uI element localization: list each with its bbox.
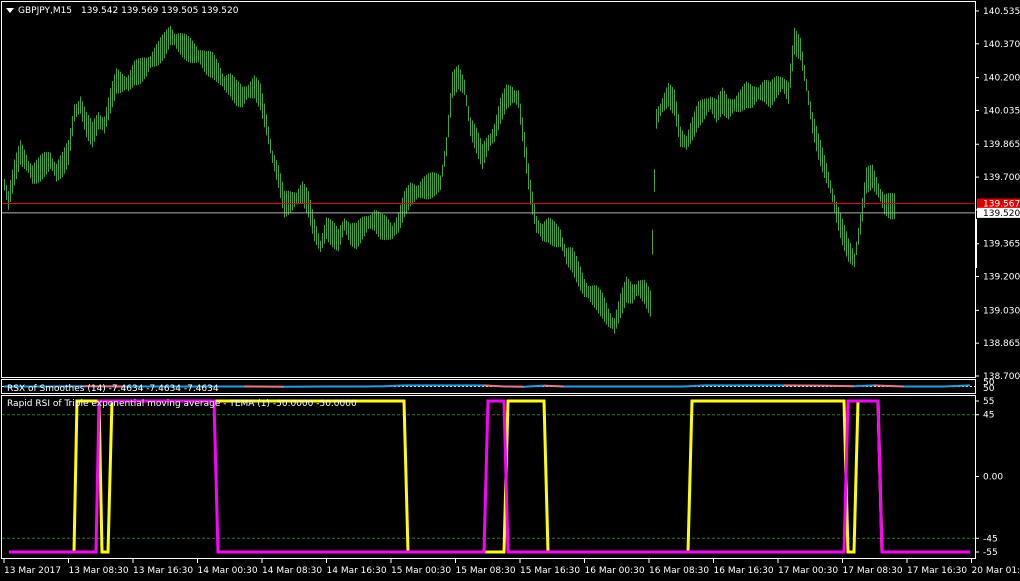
rapid-tick-label: 45 (983, 411, 994, 421)
price-tick-label: 139.365 (983, 240, 1020, 250)
rapid-axis: 55 45 0.00 -45 -55 (975, 397, 1003, 558)
time-tick-label: 13 Mar 16:30 (133, 566, 193, 576)
time-tick-label: 13 Mar 08:30 (69, 566, 129, 576)
rsx-segment (943, 384, 971, 388)
price-tick-label: 139.030 (983, 306, 1020, 316)
symbol-label: GBPJPY,M15 (18, 6, 72, 16)
price-axis: 140.535 140.370 140.200 140.035 139.865 139.7… (975, 7, 1020, 382)
rsx-segment (483, 384, 505, 388)
price-bars (4, 25, 895, 334)
collapse-triangle-icon[interactable] (6, 8, 14, 13)
rapid-lines (9, 399, 970, 554)
time-tick-label: 15 Mar 00:30 (391, 566, 451, 576)
main-panel-frame (1, 1, 976, 378)
chart-canvas: GBPJPY,M15 139.542 139.569 139.505 139.5… (1, 1, 1020, 576)
main-panel-header: GBPJPY,M15 139.542 139.569 139.505 139.5… (6, 6, 239, 16)
rapid-series-yellow (9, 399, 970, 554)
rapid-series-magenta (9, 399, 970, 554)
price-tick-label: 139.200 (983, 273, 1020, 283)
rsx-segment (873, 384, 905, 388)
price-tick-label: 140.535 (983, 7, 1020, 17)
time-tick-label: 14 Mar 08:30 (262, 566, 322, 576)
time-tick-label: 17 Mar 00:30 (778, 566, 838, 576)
price-tick-label: 140.200 (983, 74, 1020, 84)
ohlc-readout: 139.542 139.569 139.505 139.520 (81, 6, 239, 16)
rapid-title: Rapid RSI of Triple exponential moving a… (7, 399, 357, 409)
time-tick-label: 20 Mar 01:30 (972, 566, 1020, 576)
price-lines (2, 203, 975, 214)
time-axis: 13 Mar 2017 13 Mar 08:30 13 Mar 16:30 14 Ma… (3, 559, 1020, 576)
time-tick-label: 16 Mar 16:30 (714, 566, 774, 576)
rapid-tick-label: -55 (983, 548, 998, 558)
price-tick-label: 140.370 (983, 40, 1020, 50)
rsx-segment (383, 384, 405, 388)
rsx-segment (683, 384, 705, 388)
time-tick-label: 13 Mar 2017 (4, 566, 61, 576)
price-tick-label: 138.865 (983, 339, 1020, 349)
price-tick-label: 139.700 (983, 173, 1020, 183)
rsx-segment (523, 384, 545, 388)
price-tick-label: 139.865 (983, 140, 1020, 150)
time-tick-label: 15 Mar 08:30 (456, 566, 516, 576)
last-price-tag-label: 139.520 (983, 209, 1020, 219)
time-tick-label: 17 Mar 08:30 (843, 566, 903, 576)
time-tick-label: 15 Mar 16:30 (520, 566, 580, 576)
time-tick-label: 14 Mar 16:30 (327, 566, 387, 576)
price-tick-label: 140.035 (983, 106, 1020, 116)
rsx-segment (853, 384, 875, 388)
rsx-title: RSX of Smoothes (14) -7.4634 -7.4634 -7.… (7, 384, 219, 394)
rsx-axis: 5050 (983, 378, 995, 394)
rapid-tick-label: 0.00 (983, 473, 1003, 483)
time-tick-label: 16 Mar 08:30 (649, 566, 709, 576)
rapid-tick-label: 55 (983, 397, 994, 407)
rsx-axis-label: 50 (983, 384, 995, 394)
rapid-tick-label: -45 (983, 534, 998, 544)
rsx-segment (543, 384, 565, 388)
time-tick-label: 16 Mar 00:30 (585, 566, 645, 576)
rsx-segment (823, 384, 855, 388)
time-tick-label: 17 Mar 16:30 (907, 566, 967, 576)
time-tick-label: 14 Mar 00:30 (198, 566, 258, 576)
